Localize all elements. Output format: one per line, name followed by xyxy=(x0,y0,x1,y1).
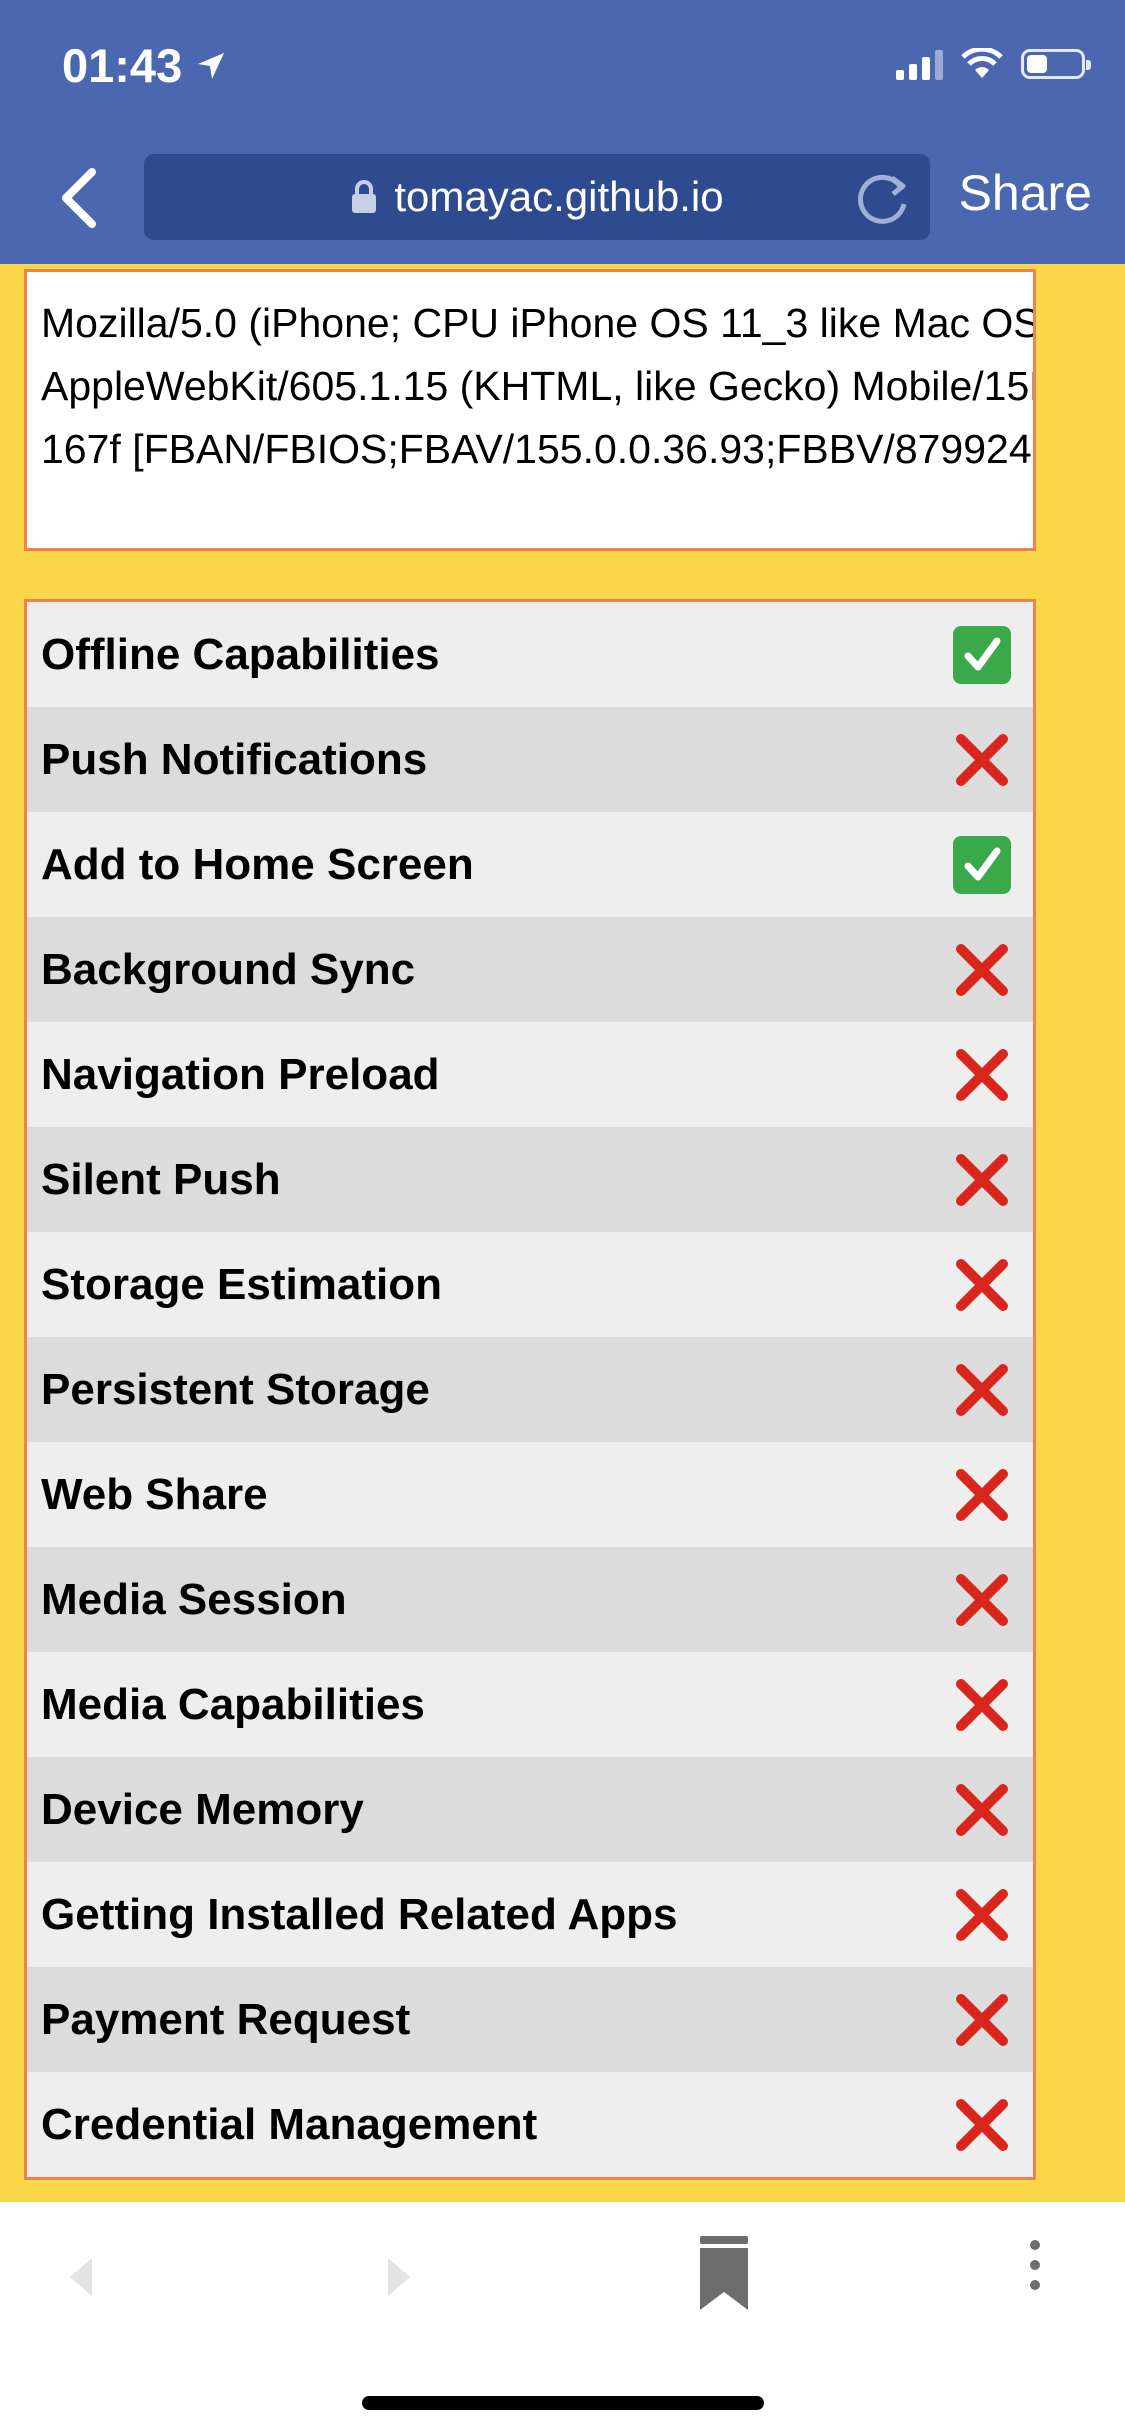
cross-icon xyxy=(953,1151,1011,1209)
cross-icon xyxy=(953,1361,1011,1419)
cross-icon xyxy=(953,1046,1011,1104)
feature-label: Add to Home Screen xyxy=(41,839,474,889)
wifi-icon xyxy=(961,48,1003,78)
cross-icon xyxy=(953,1256,1011,1314)
feature-label: Device Memory xyxy=(41,1784,364,1834)
feature-label: Storage Estimation xyxy=(41,1259,442,1309)
back-button[interactable] xyxy=(48,158,108,238)
nav-back-button[interactable] xyxy=(60,2252,100,2307)
features-table: Offline Capabilities Push Notifications Ad… xyxy=(24,599,1036,2180)
bookmark-button[interactable] xyxy=(696,2234,752,2317)
feature-label: Getting Installed Related Apps xyxy=(41,1889,678,1939)
feature-row: Payment Request xyxy=(27,1967,1033,2072)
cross-icon xyxy=(953,1781,1011,1839)
url-text: tomayac.github.io xyxy=(394,173,724,220)
cross-icon xyxy=(953,1571,1011,1629)
triangle-right-icon xyxy=(388,2258,410,2296)
share-button[interactable]: Share xyxy=(959,164,1092,222)
feature-label: Push Notifications xyxy=(41,734,428,784)
feature-row: Media Capabilities xyxy=(27,1652,1033,1757)
reload-icon[interactable] xyxy=(856,170,912,226)
cellular-signal-icon xyxy=(896,48,943,80)
url-bar[interactable]: tomayac.github.io xyxy=(144,154,930,240)
nav-forward-button[interactable] xyxy=(380,2252,420,2307)
cross-icon xyxy=(953,941,1011,999)
status-indicators xyxy=(896,48,1091,80)
home-indicator xyxy=(362,2396,764,2410)
feature-label: Payment Request xyxy=(41,1994,411,2044)
feature-label: Credential Management xyxy=(41,2099,538,2149)
time-text: 01:43 xyxy=(62,39,183,92)
location-arrow-icon xyxy=(198,52,225,79)
check-icon xyxy=(953,835,1011,894)
feature-row: Storage Estimation xyxy=(27,1232,1033,1337)
feature-row: Device Memory xyxy=(27,1757,1033,1862)
user-agent-text: Mozilla/5.0 (iPhone; CPU iPhone OS 11_3 … xyxy=(41,300,1036,472)
feature-row: Silent Push xyxy=(27,1127,1033,1232)
feature-row: Background Sync xyxy=(27,917,1033,1022)
feature-label: Web Share xyxy=(41,1469,268,1519)
status-time: 01:43 xyxy=(62,38,226,93)
cross-icon xyxy=(953,1676,1011,1734)
feature-row: Getting Installed Related Apps xyxy=(27,1862,1033,1967)
cross-icon xyxy=(953,1991,1011,2049)
cross-icon xyxy=(953,1886,1011,1944)
cross-icon xyxy=(953,1466,1011,1524)
feature-row: Offline Capabilities xyxy=(27,602,1033,707)
cross-icon xyxy=(953,731,1011,789)
feature-label: Background Sync xyxy=(41,944,416,994)
lock-icon xyxy=(352,180,377,213)
cross-icon xyxy=(953,2096,1011,2154)
feature-label: Navigation Preload xyxy=(41,1049,440,1099)
chevron-left-icon xyxy=(62,168,96,228)
feature-label: Media Capabilities xyxy=(41,1679,425,1729)
feature-row: Navigation Preload xyxy=(27,1022,1033,1127)
feature-row: Web Share xyxy=(27,1442,1033,1547)
triangle-left-icon xyxy=(70,2258,92,2296)
bookmark-icon xyxy=(700,2236,748,2310)
feature-row: Credential Management xyxy=(27,2072,1033,2177)
feature-row: Persistent Storage xyxy=(27,1337,1033,1442)
check-icon xyxy=(953,625,1011,684)
feature-label: Silent Push xyxy=(41,1154,281,1204)
battery-icon xyxy=(1021,49,1091,79)
feature-row: Add to Home Screen xyxy=(27,812,1033,917)
browser-header: 01:43 tomayac.github.io Share xyxy=(0,0,1125,264)
more-options-icon[interactable] xyxy=(1030,2240,1040,2290)
feature-row: Media Session xyxy=(27,1547,1033,1652)
feature-row: Push Notifications xyxy=(27,707,1033,812)
feature-label: Offline Capabilities xyxy=(41,629,440,679)
feature-label: Persistent Storage xyxy=(41,1364,430,1414)
user-agent-box: Mozilla/5.0 (iPhone; CPU iPhone OS 11_3 … xyxy=(24,269,1036,551)
feature-label: Media Session xyxy=(41,1574,347,1624)
